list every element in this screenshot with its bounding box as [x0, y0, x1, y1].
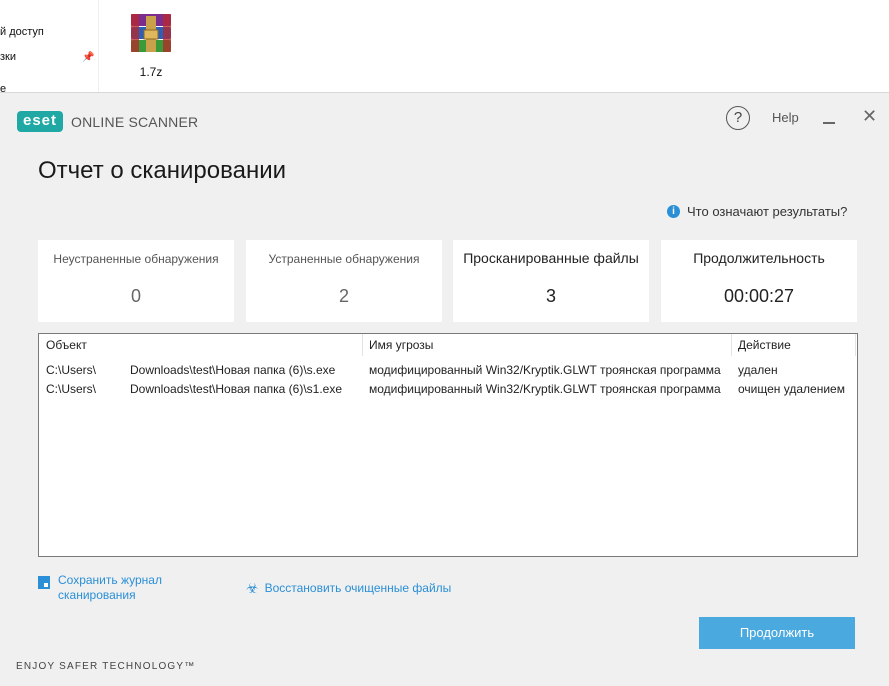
table-row[interactable]: C:\Users\ Downloads\test\Новая папка (6)… [39, 379, 857, 398]
action-taken: удален [738, 363, 778, 377]
table-row[interactable]: C:\Users\ Downloads\test\Новая папка (6)… [39, 360, 857, 379]
question-icon[interactable]: ? [726, 106, 750, 130]
column-header-threat[interactable]: Имя угрозы [369, 338, 433, 352]
save-log-label-line1: Сохранить журнал [58, 573, 162, 587]
nav-item-downloads[interactable]: зки [0, 51, 16, 63]
action-taken: очищен удалением [738, 382, 845, 396]
footer-tagline: ENJOY SAFER TECHNOLOGY™ [16, 661, 196, 672]
stat-card-duration: Продолжительность 00:00:27 [661, 240, 857, 322]
object-path-suffix: Downloads\test\Новая папка (6)\s.exe [130, 363, 336, 377]
nav-item-quick-access[interactable]: й доступ [0, 26, 44, 38]
close-icon: ✕ [862, 106, 878, 126]
nav-item-other[interactable]: e [0, 83, 6, 92]
results-meaning-link[interactable]: i Что означают результаты? [667, 204, 847, 219]
column-divider[interactable] [362, 334, 363, 356]
object-path-prefix: C:\Users\ [46, 363, 97, 377]
stat-caption: Устраненные обнаружения [268, 252, 420, 266]
object-path-suffix: Downloads\test\Новая папка (6)\s1.exe [130, 382, 343, 396]
product-name: ONLINE SCANNER [71, 113, 199, 130]
stat-caption: Продолжительность [693, 250, 825, 266]
logo-badge: eset [17, 111, 64, 132]
results-meaning-label: Что означают результаты? [687, 204, 848, 219]
object-path-prefix: C:\Users\ [46, 382, 97, 396]
column-divider[interactable] [731, 334, 732, 356]
column-header-action[interactable]: Действие [738, 338, 791, 352]
save-log-label-line2: сканирования [58, 588, 136, 602]
eset-logo: eset ONLINE SCANNER [17, 111, 198, 132]
file-explorer-background: й доступ зки 📌 e 1.7z [0, 0, 889, 92]
stat-value: 2 [338, 286, 349, 306]
eset-scanner-window: eset ONLINE SCANNER ? Help ✕ Отчет о ска… [0, 92, 889, 686]
stat-card-unresolved: Неустраненные обнаружения 0 [38, 240, 234, 322]
minimize-button[interactable] [821, 107, 837, 127]
save-log-link[interactable]: Сохранить журнал сканирования [38, 573, 162, 603]
threat-name: модифицированный Win32/Kryptik.GLWT троя… [369, 382, 721, 396]
file-item-archive[interactable]: 1.7z [122, 12, 180, 79]
stat-value: 0 [130, 286, 141, 306]
pin-icon: 📌 [82, 52, 95, 63]
biohazard-icon: ☣ [246, 580, 259, 596]
column-header-object[interactable]: Объект [46, 338, 87, 352]
restore-files-link[interactable]: ☣ Восстановить очищенные файлы [246, 581, 451, 595]
continue-button[interactable]: Продолжить [699, 617, 855, 649]
stat-caption: Неустраненные обнаружения [53, 252, 219, 266]
threat-name: модифицированный Win32/Kryptik.GLWT троя… [369, 363, 721, 377]
column-divider[interactable] [855, 334, 856, 356]
restore-files-label: Восстановить очищенные файлы [264, 581, 452, 595]
help-button[interactable]: Help [772, 110, 799, 125]
close-button[interactable]: ✕ [862, 106, 877, 126]
page-title: Отчет о сканировании [38, 157, 287, 184]
info-icon: i [667, 205, 680, 218]
winrar-archive-icon [131, 14, 171, 52]
results-table[interactable]: Объект Имя угрозы Действие C:\Users\ Dow… [38, 333, 858, 557]
file-name-label: 1.7z [139, 65, 163, 79]
stat-card-scanned-files: Просканированные файлы 3 [453, 240, 649, 322]
stat-caption: Просканированные файлы [463, 250, 639, 266]
stat-card-resolved: Устраненные обнаружения 2 [246, 240, 442, 322]
save-icon [38, 576, 50, 589]
explorer-nav-pane: й доступ зки 📌 e [0, 0, 99, 92]
stat-value: 00:00:27 [723, 286, 795, 306]
table-header: Объект Имя угрозы Действие [39, 334, 857, 356]
stat-value: 3 [545, 286, 556, 306]
